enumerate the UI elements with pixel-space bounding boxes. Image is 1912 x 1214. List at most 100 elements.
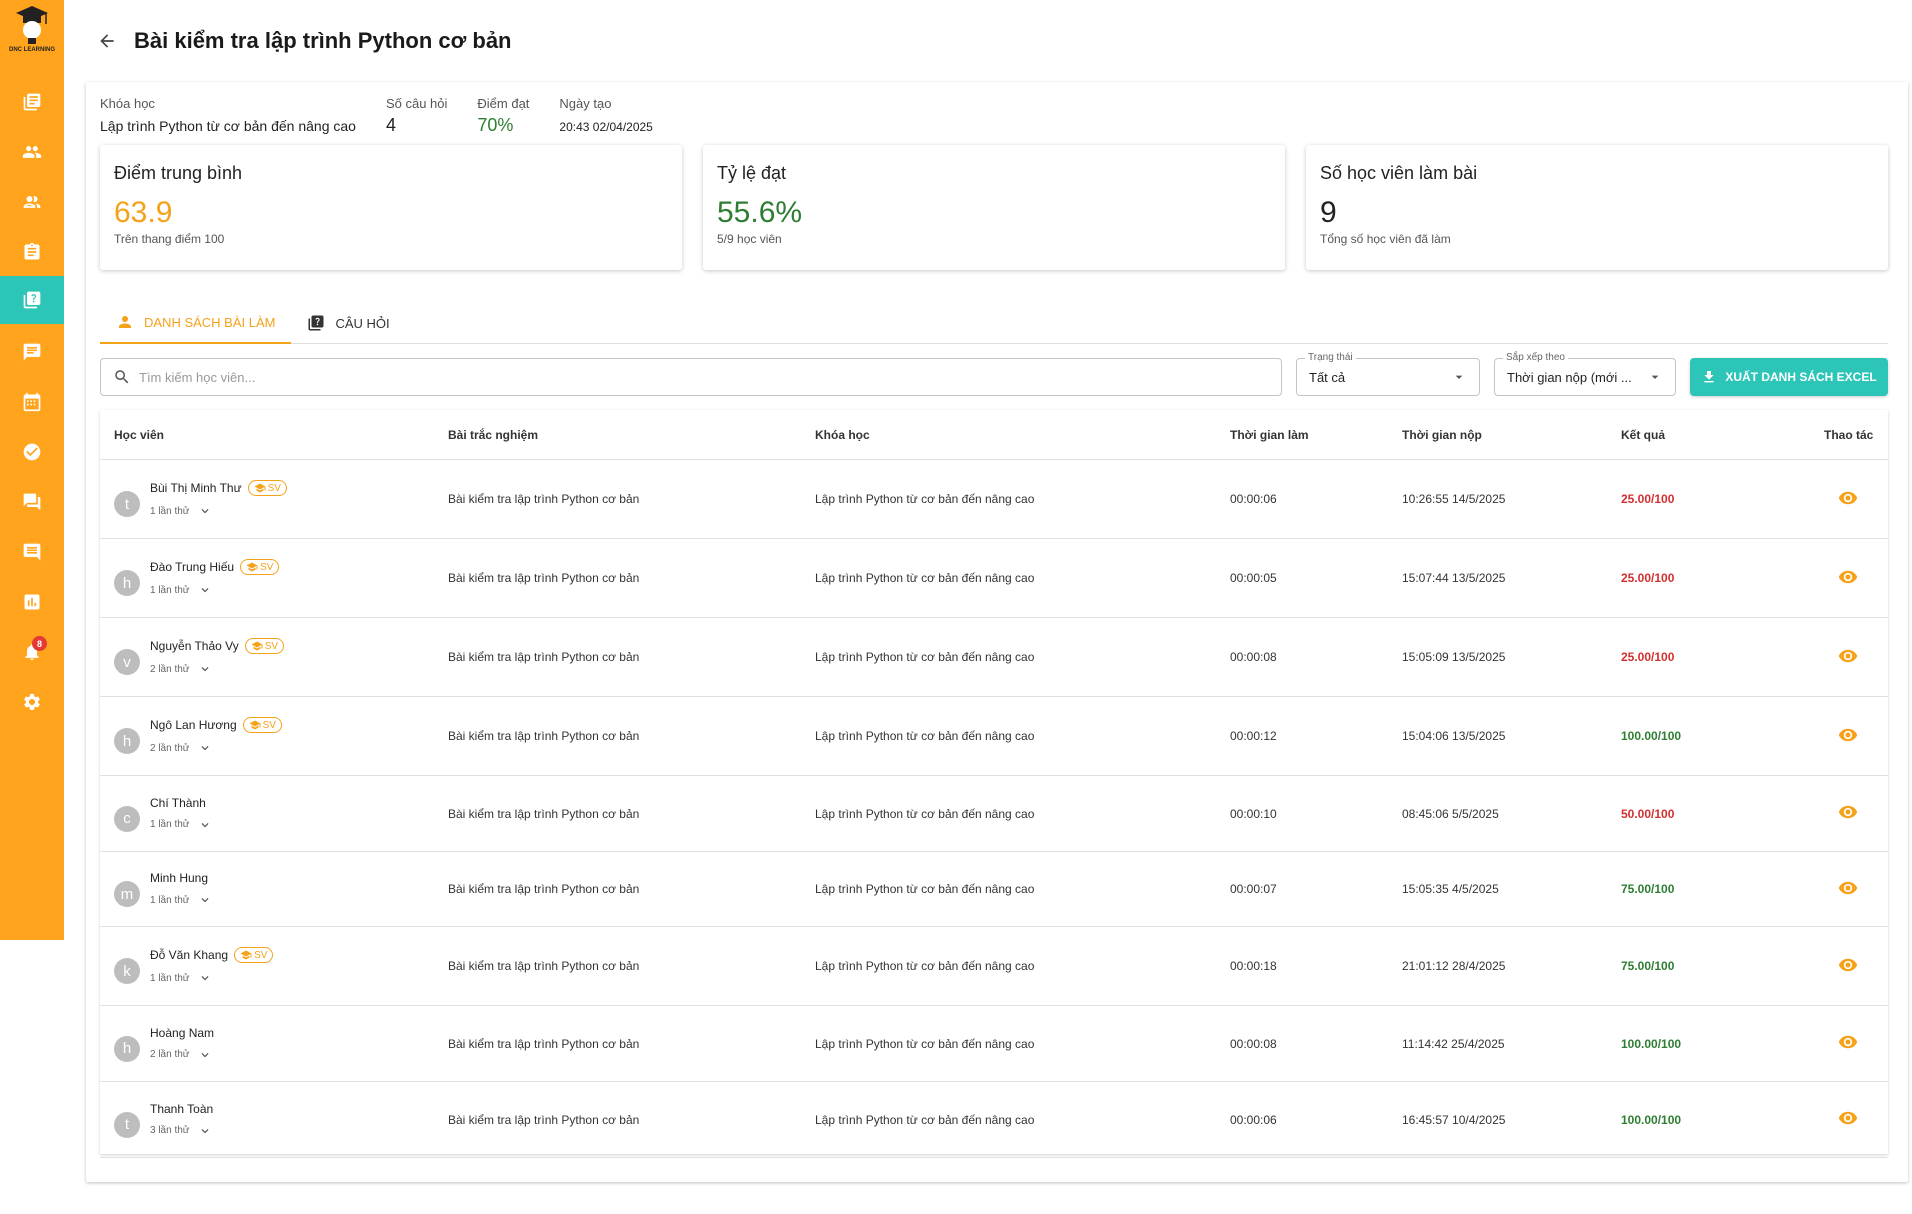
info-questions-label: Số câu hỏi <box>385 96 448 111</box>
student-badge: SV <box>242 717 282 733</box>
sidebar-item-users[interactable] <box>0 128 64 176</box>
table-row: c Chí Thành 1 lần thử Bài kiểm tra lập t… <box>100 776 1888 852</box>
document-list-icon <box>23 93 41 111</box>
quiz-name: Bài kiểm tra lập trình Python cơ bản <box>448 571 640 585</box>
view-button[interactable] <box>1838 567 1858 590</box>
view-button[interactable] <box>1838 725 1858 748</box>
sidebar-item-approvals[interactable] <box>0 428 64 476</box>
eye-icon <box>1838 881 1858 894</box>
attempts-count: 3 lần thử <box>150 1125 190 1136</box>
submissions-table: Học viên Bài trắc nghiệm Khóa học Thời g… <box>100 410 1888 1158</box>
attempts-toggle[interactable]: 1 lần thử <box>150 893 212 907</box>
quiz-icon <box>308 315 324 331</box>
header-actions: Thao tác <box>1824 427 1874 442</box>
view-button[interactable] <box>1838 802 1858 825</box>
logo[interactable]: DNC LEARNING <box>4 4 60 62</box>
student-name-line: Thanh Toàn <box>150 1102 213 1116</box>
student-cell: v Nguyễn Thảo Vy SV 2 lần thử <box>114 638 285 676</box>
score: 25.00/100 <box>1621 571 1675 585</box>
quiz-name: Bài kiểm tra lập trình Python cơ bản <box>448 1112 640 1127</box>
tab-questions-label: CÂU HỎI <box>335 315 390 331</box>
quiz-name: Bài kiểm tra lập trình Python cơ bản <box>448 959 640 973</box>
sidebar-item-forum[interactable] <box>0 478 64 526</box>
eye-icon <box>1838 728 1858 741</box>
chevron-down-icon <box>201 898 208 903</box>
check-circle-icon <box>23 443 41 461</box>
attempts-toggle[interactable]: 2 lần thử <box>150 662 284 676</box>
attempts-toggle[interactable]: 2 lần thử <box>150 1048 214 1062</box>
status-select[interactable]: Trạng thái Tất cả <box>1296 352 1480 396</box>
sidebar-item-settings[interactable] <box>0 678 64 726</box>
student-name: Minh Hung <box>150 871 209 885</box>
attempts-toggle[interactable]: 1 lần thử <box>150 971 273 985</box>
header-student: Học viên <box>114 427 165 442</box>
sidebar-item-quizzes[interactable] <box>0 276 64 324</box>
quiz-info: Khóa học Lập trình Python từ cơ bản đến … <box>100 96 683 136</box>
student-cell: c Chí Thành 1 lần thử <box>114 796 212 832</box>
avatar: t <box>114 1111 140 1138</box>
back-button[interactable] <box>94 28 120 54</box>
sidebar-item-reports[interactable] <box>0 578 64 626</box>
message-icon <box>23 343 41 361</box>
student-name: Chí Thành <box>150 795 206 810</box>
attempts-toggle[interactable]: 1 lần thử <box>150 504 287 518</box>
view-button[interactable] <box>1838 488 1858 511</box>
attempts-toggle[interactable]: 1 lần thử <box>150 818 212 832</box>
student-info: Chí Thành 1 lần thử <box>150 796 212 832</box>
table-row: v Nguyễn Thảo Vy SV 2 lần thử Bài kiểm t… <box>100 618 1888 697</box>
view-button[interactable] <box>1838 646 1858 669</box>
duration: 00:00:05 <box>1230 571 1277 585</box>
quiz-name: Bài kiểm tra lập trình Python cơ bản <box>448 729 640 743</box>
sidebar-item-assignments[interactable] <box>0 228 64 276</box>
table-row: t Bùi Thị Minh Thư SV 1 lần thử Bài kiểm… <box>100 460 1888 539</box>
course-name: Lập trình Python từ cơ bản đến nâng cao <box>815 806 1035 821</box>
student-name-line: Chí Thành <box>150 796 212 810</box>
export-excel-button[interactable]: XUẤT DANH SÁCH EXCEL <box>1690 358 1888 396</box>
sidebar-item-groups[interactable] <box>0 178 64 226</box>
view-button[interactable] <box>1838 1032 1858 1055</box>
score: 100.00/100 <box>1621 1112 1682 1127</box>
view-button[interactable] <box>1838 878 1858 901</box>
view-button[interactable] <box>1838 955 1858 978</box>
sidebar-item-calendar[interactable] <box>0 378 64 426</box>
view-button[interactable] <box>1838 1108 1858 1131</box>
sidebar-item-comments[interactable] <box>0 528 64 576</box>
student-info: Minh Hung 1 lần thử <box>150 871 212 907</box>
course-name: Lập trình Python từ cơ bản đến nâng cao <box>815 1112 1035 1127</box>
tab-submissions-label: DANH SÁCH BÀI LÀM <box>144 314 276 330</box>
table-row: h Đào Trung Hiếu SV 1 lần thử Bài kiểm t… <box>100 539 1888 618</box>
sidebar-item-documents[interactable] <box>0 78 64 126</box>
attempts-toggle[interactable]: 1 lần thử <box>150 583 279 597</box>
quiz-name: Bài kiểm tra lập trình Python cơ bản <box>448 1036 640 1051</box>
tab-questions[interactable]: CÂU HỎI <box>291 302 405 344</box>
submitted-time: 16:45:57 10/4/2025 <box>1402 1112 1506 1127</box>
sort-select-value: Thời gian nộp (mới ... <box>1507 369 1632 385</box>
student-name: Thanh Toàn <box>150 1101 214 1116</box>
chevron-down-icon <box>201 509 208 514</box>
header-result: Kết quả <box>1621 427 1666 442</box>
student-badge: SV <box>240 559 280 575</box>
sidebar-item-notifications[interactable]: 8 <box>0 628 64 676</box>
chevron-down-icon <box>201 1052 208 1057</box>
attempts-toggle[interactable]: 2 lần thử <box>150 741 282 755</box>
table-row: h Hoàng Nam 2 lần thử Bài kiểm tra lập t… <box>100 1006 1888 1082</box>
attempts-toggle[interactable]: 3 lần thử <box>150 1124 213 1138</box>
table-row: h Ngô Lan Hương SV 2 lần thử Bài kiểm tr… <box>100 697 1888 776</box>
submitted-time: 11:14:42 25/4/2025 <box>1402 1036 1505 1051</box>
student-name-line: Đào Trung Hiếu SV <box>150 559 280 575</box>
table-row: m Minh Hung 1 lần thử Bài kiểm tra lập t… <box>100 852 1888 927</box>
header-duration: Thời gian làm <box>1230 427 1309 442</box>
attempts-count: 2 lần thử <box>150 1049 190 1060</box>
student-name-line: Hoàng Nam <box>150 1026 214 1040</box>
sort-select[interactable]: Sắp xếp theo Thời gian nộp (mới ... <box>1494 352 1676 396</box>
student-info: Đào Trung Hiếu SV 1 lần thử <box>150 559 280 597</box>
search-input[interactable] <box>139 369 1239 385</box>
tab-submissions[interactable]: DANH SÁCH BÀI LÀM <box>100 302 292 344</box>
score: 100.00/100 <box>1621 729 1682 743</box>
student-name: Bùi Thị Minh Thư <box>150 481 242 495</box>
duration: 00:00:08 <box>1230 650 1277 664</box>
eye-icon <box>1838 1035 1858 1049</box>
stat-average-sub: Trên thang điểm 100 <box>114 232 225 246</box>
stat-average-value: 63.9 <box>114 196 173 229</box>
sidebar-item-messages[interactable] <box>0 328 64 376</box>
